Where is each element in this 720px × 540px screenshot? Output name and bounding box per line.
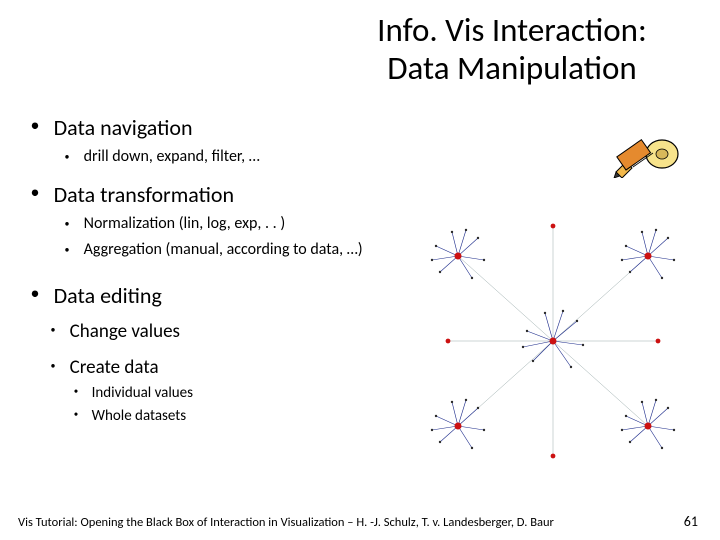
- bullet-dot: •: [20, 114, 50, 136]
- subsubbullet-individual-values: • Individual values: [64, 383, 400, 402]
- network-graphic: [398, 186, 708, 496]
- bullet-data-navigation: • Data navigation: [20, 114, 400, 141]
- bullet-dot: •: [20, 282, 50, 304]
- bullet-text: Data navigation: [54, 114, 193, 141]
- bullet-dot: •: [54, 217, 80, 230]
- bullet-dot: •: [40, 323, 66, 336]
- bullet-dot: •: [54, 150, 80, 163]
- slide-title: Info. Vis Interaction: Data Manipulation: [322, 12, 702, 88]
- subbullet-change-values: • Change values: [40, 320, 400, 343]
- bullet-text: Individual values: [92, 384, 193, 402]
- footer-citation: Vis Tutorial: Opening the Black Box of I…: [18, 515, 554, 530]
- bullet-text: Normalization (lin, log, exp, . . ): [84, 214, 384, 234]
- slide: Info. Vis Interaction: Data Manipulation…: [0, 0, 720, 540]
- slide-body: • Data navigation • drill down, expand, …: [20, 110, 400, 429]
- bullet-text: Change values: [70, 320, 180, 343]
- subsubbullet-whole-datasets: • Whole datasets: [64, 406, 400, 425]
- bullet-dot: •: [64, 409, 88, 420]
- bullet-text: drill down, expand, filter, …: [84, 147, 384, 167]
- bullet-text: Data transformation: [54, 181, 234, 208]
- bullet-text: Whole datasets: [92, 407, 187, 425]
- bullet-data-transformation: • Data transformation: [20, 181, 400, 208]
- pencil-icon: [612, 130, 682, 178]
- bullet-text: Aggregation (manual, according to data, …: [84, 240, 384, 260]
- bullet-text: Create data: [70, 356, 159, 379]
- bullet-data-editing: • Data editing: [20, 282, 400, 309]
- bullet-dot: •: [64, 386, 88, 397]
- subbullet-drill-down: • drill down, expand, filter, …: [54, 147, 400, 167]
- title-line-2: Data Manipulation: [387, 48, 637, 88]
- bullet-dot: •: [20, 181, 50, 203]
- title-line-1: Info. Vis Interaction:: [377, 10, 647, 50]
- subbullet-aggregation: • Aggregation (manual, according to data…: [54, 240, 400, 260]
- bullet-dot: •: [54, 243, 80, 256]
- bullet-text: Data editing: [54, 282, 162, 309]
- page-number: 61: [684, 513, 698, 530]
- subbullet-create-data: • Create data: [40, 356, 400, 379]
- bullet-dot: •: [40, 359, 66, 372]
- subbullet-normalization: • Normalization (lin, log, exp, . . ): [54, 214, 400, 234]
